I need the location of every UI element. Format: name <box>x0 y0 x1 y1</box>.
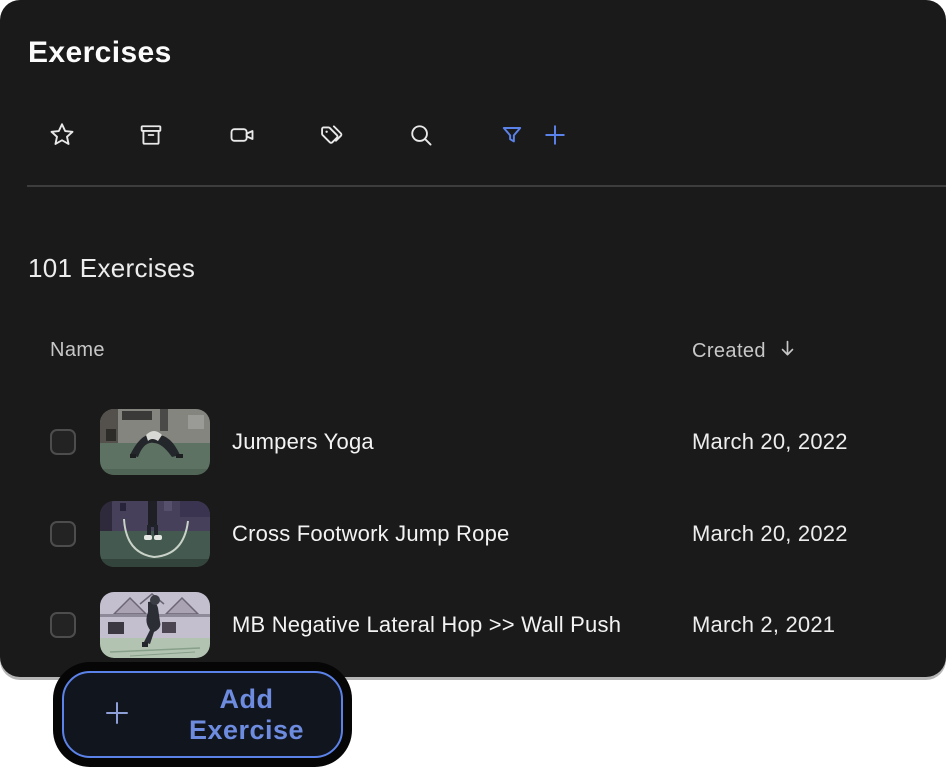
star-icon <box>48 121 76 149</box>
tags-button[interactable] <box>318 121 346 149</box>
add-filter-button[interactable] <box>541 121 569 149</box>
exercises-panel: Exercises <box>0 0 946 677</box>
jump-rope-video-thumbnail[interactable] <box>100 501 210 567</box>
plus-icon <box>102 698 132 731</box>
exercise-created-date: March 20, 2022 <box>692 501 848 567</box>
exercise-created-date: March 2, 2021 <box>692 592 835 658</box>
search-icon <box>407 121 435 149</box>
search-button[interactable] <box>407 121 435 149</box>
column-header-name: Name <box>50 339 105 362</box>
row-checkbox[interactable] <box>50 612 76 638</box>
exercise-count: 101 Exercises <box>28 253 195 284</box>
page-title: Exercises <box>28 36 172 70</box>
exercises-page: Exercises <box>0 0 946 768</box>
exercise-name[interactable]: Cross Footwork Jump Rope <box>232 501 509 567</box>
column-header-created-label: Created <box>692 340 766 363</box>
table-row: MB Negative Lateral Hop >> Wall Push Mar… <box>0 592 946 658</box>
exercise-created-date: March 20, 2022 <box>692 409 848 475</box>
lateral-hop-gym-video-thumbnail[interactable] <box>100 592 210 658</box>
gym-bear-crawl-video-thumbnail[interactable] <box>100 409 210 475</box>
row-checkbox[interactable] <box>50 521 76 547</box>
videos-button[interactable] <box>228 121 256 149</box>
toolbar-divider <box>27 185 946 187</box>
filter-funnel-icon <box>498 121 526 149</box>
favorites-button[interactable] <box>48 121 76 149</box>
add-exercise-button[interactable]: Add Exercise <box>62 671 343 758</box>
table-row: Cross Footwork Jump Rope March 20, 2022 <box>0 501 946 567</box>
tag-icon <box>318 121 346 149</box>
filter-button[interactable] <box>498 121 526 149</box>
column-header-created[interactable]: Created <box>692 339 797 364</box>
exercise-name[interactable]: Jumpers Yoga <box>232 409 374 475</box>
add-exercise-label: Add Exercise <box>158 684 335 746</box>
exercise-name[interactable]: MB Negative Lateral Hop >> Wall Push <box>232 592 621 658</box>
row-checkbox[interactable] <box>50 429 76 455</box>
video-camera-icon <box>228 121 256 149</box>
plus-icon <box>541 121 569 149</box>
table-row: Jumpers Yoga March 20, 2022 <box>0 409 946 475</box>
arrow-down-icon <box>778 339 797 364</box>
archive-button[interactable] <box>137 121 165 149</box>
archive-box-icon <box>137 121 165 149</box>
